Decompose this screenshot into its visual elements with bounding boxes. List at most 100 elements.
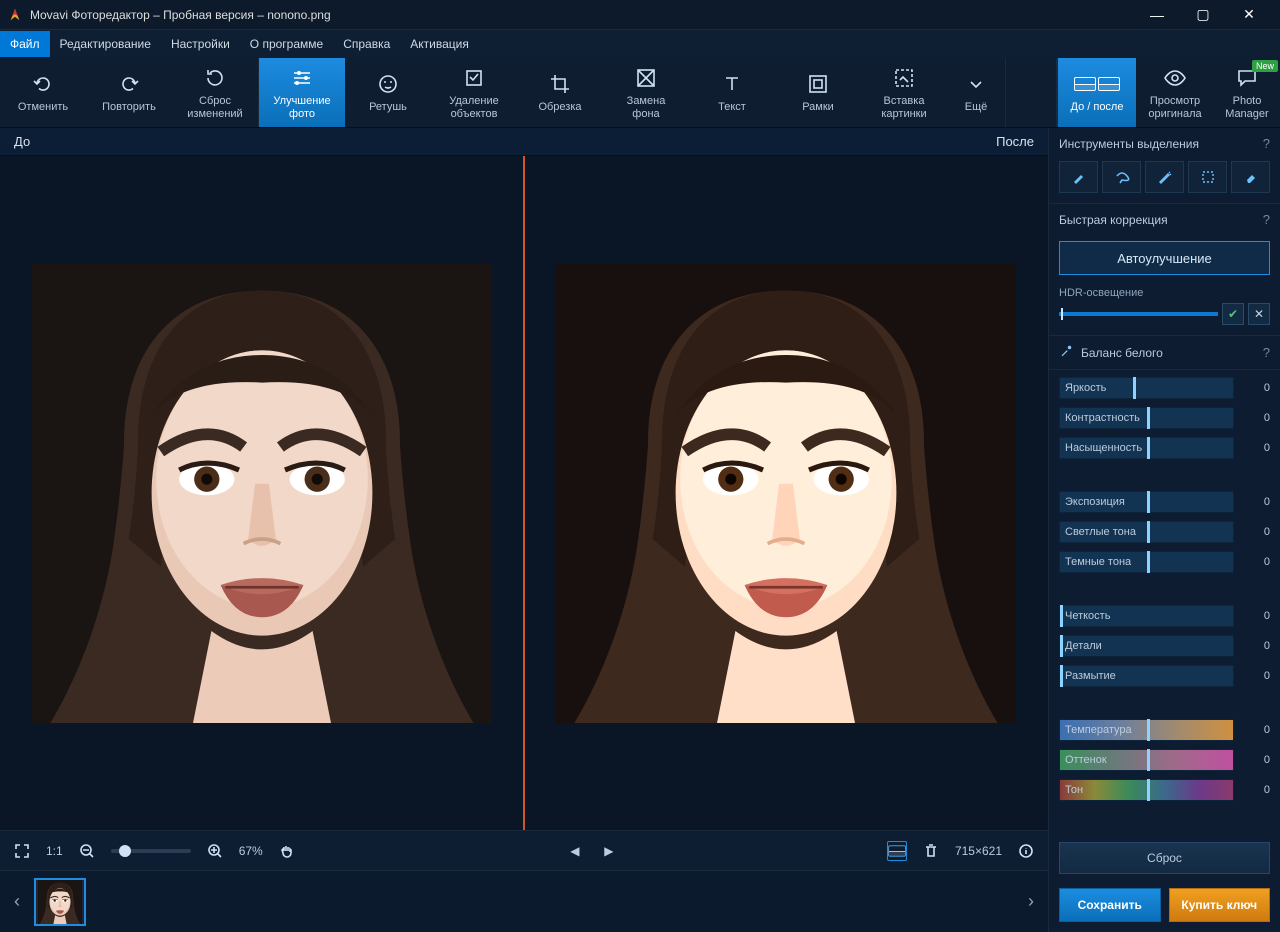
- slider-handle[interactable]: [1060, 605, 1063, 627]
- tool-remove-objects[interactable]: Удаление объектов: [431, 58, 517, 127]
- tool-view-original[interactable]: Просмотр оригинала: [1136, 58, 1214, 127]
- zoom-in-button[interactable]: [205, 841, 225, 861]
- eraser-select-tool[interactable]: [1231, 161, 1270, 193]
- eyedropper-icon[interactable]: [1059, 344, 1073, 361]
- tool-change-background[interactable]: Замена фона: [603, 58, 689, 127]
- slider-handle[interactable]: [1147, 437, 1150, 459]
- thumbnail[interactable]: [34, 878, 86, 926]
- menu-help[interactable]: Справка: [333, 31, 400, 57]
- slider-Яркость[interactable]: Яркость0: [1059, 376, 1270, 400]
- prev-button[interactable]: ◀: [565, 841, 585, 861]
- tool-before-after[interactable]: До / после: [1058, 58, 1136, 127]
- menu-settings[interactable]: Настройки: [161, 31, 240, 57]
- slider-Размытие[interactable]: Размытие0: [1059, 664, 1270, 688]
- filmstrip-next[interactable]: ›: [1022, 877, 1040, 927]
- tool-crop[interactable]: Обрезка: [517, 58, 603, 127]
- buy-key-button[interactable]: Купить ключ: [1169, 888, 1271, 922]
- slider-label: Экспозиция: [1065, 496, 1125, 508]
- selection-tools-title: Инструменты выделения: [1059, 137, 1199, 151]
- slider-Четкость[interactable]: Четкость0: [1059, 604, 1270, 628]
- compare-header: До После: [0, 128, 1048, 156]
- slider-Тон[interactable]: Тон0: [1059, 778, 1270, 802]
- compare-divider[interactable]: [523, 156, 525, 830]
- tool-photo-manager[interactable]: New Photo Manager: [1214, 58, 1280, 127]
- menu-file[interactable]: Файл: [0, 31, 50, 57]
- tool-retouch[interactable]: Ретушь: [345, 58, 431, 127]
- tool-undo[interactable]: Отменить: [0, 58, 86, 127]
- slider-track[interactable]: [1059, 779, 1234, 801]
- slider-Оттенок[interactable]: Оттенок0: [1059, 748, 1270, 772]
- slider-handle[interactable]: [1147, 407, 1150, 429]
- slider-handle[interactable]: [1147, 551, 1150, 573]
- slider-handle[interactable]: [1147, 719, 1150, 741]
- minimize-button[interactable]: —: [1134, 0, 1180, 30]
- slider-handle[interactable]: [1060, 635, 1063, 657]
- slider-label: Яркость: [1065, 382, 1106, 394]
- marquee-select-tool[interactable]: [1188, 161, 1227, 193]
- hdr-label: HDR-освещение: [1059, 287, 1270, 299]
- save-button[interactable]: Сохранить: [1059, 888, 1161, 922]
- info-button[interactable]: [1016, 841, 1036, 861]
- brush-select-tool[interactable]: [1059, 161, 1098, 193]
- close-button[interactable]: ✕: [1226, 0, 1272, 30]
- slider-handle[interactable]: [1133, 377, 1136, 399]
- help-button[interactable]: ?: [1263, 136, 1270, 151]
- tool-pm-label: Photo Manager: [1225, 95, 1268, 120]
- maximize-button[interactable]: ▢: [1180, 0, 1226, 30]
- slider-value: 0: [1240, 556, 1270, 568]
- tool-enhance[interactable]: Улучшение фото: [259, 58, 345, 127]
- slider-handle[interactable]: [1147, 491, 1150, 513]
- chevron-down-icon: [964, 71, 988, 97]
- tool-more[interactable]: Ещё: [947, 58, 1005, 127]
- hdr-apply-button[interactable]: ✔: [1222, 303, 1244, 325]
- eye-icon: [1163, 65, 1187, 91]
- slider-handle[interactable]: [1147, 749, 1150, 771]
- insert-img-icon: [892, 65, 916, 91]
- zoom-out-button[interactable]: [77, 841, 97, 861]
- slider-Темные тона[interactable]: Темные тона0: [1059, 550, 1270, 574]
- slider-handle[interactable]: [1147, 779, 1150, 801]
- slider-Насыщенность[interactable]: Насыщенность0: [1059, 436, 1270, 460]
- menu-edit[interactable]: Редактирование: [50, 31, 161, 57]
- tool-insert-image[interactable]: Вставка картинки: [861, 58, 947, 127]
- zoom-1-1-button[interactable]: 1:1: [46, 844, 63, 858]
- hdr-cancel-button[interactable]: ✕: [1248, 303, 1270, 325]
- tool-frames[interactable]: Рамки: [775, 58, 861, 127]
- slider-label: Контрастность: [1065, 412, 1140, 424]
- zoom-slider[interactable]: [111, 849, 191, 853]
- tool-more-label: Ещё: [965, 101, 988, 114]
- slider-Детали[interactable]: Детали0: [1059, 634, 1270, 658]
- delete-button[interactable]: [921, 841, 941, 861]
- fullscreen-button[interactable]: [12, 841, 32, 861]
- menu-activation[interactable]: Активация: [400, 31, 479, 57]
- slider-Температура[interactable]: Температура0: [1059, 718, 1270, 742]
- lasso-select-tool[interactable]: [1102, 161, 1141, 193]
- compare-mode-button[interactable]: [887, 841, 907, 861]
- help-button-2[interactable]: ?: [1263, 212, 1270, 227]
- tool-retouch-label: Ретушь: [369, 101, 407, 114]
- slider-handle[interactable]: [1060, 665, 1063, 687]
- slider-Экспозиция[interactable]: Экспозиция 0: [1059, 490, 1270, 514]
- text-icon: [720, 71, 744, 97]
- slider-Контрастность[interactable]: Контрастность0: [1059, 406, 1270, 430]
- next-button[interactable]: ▶: [599, 841, 619, 861]
- tool-reset[interactable]: Сброс изменений: [172, 58, 258, 127]
- tool-text[interactable]: Текст: [689, 58, 775, 127]
- slider-handle[interactable]: [1147, 521, 1150, 543]
- sidebar: Инструменты выделения ? Быстрая коррекци…: [1048, 128, 1280, 932]
- photo-before: [32, 263, 492, 723]
- hdr-slider[interactable]: [1059, 312, 1218, 316]
- help-button-3[interactable]: ?: [1263, 345, 1270, 360]
- compare-body[interactable]: [0, 156, 1048, 830]
- slider-Светлые тона[interactable]: Светлые тона0: [1059, 520, 1270, 544]
- window-title: Movavi Фоторедактор – Пробная версия – n…: [30, 8, 1134, 22]
- auto-enhance-button[interactable]: Автоулучшение: [1059, 241, 1270, 275]
- tool-redo[interactable]: Повторить: [86, 58, 172, 127]
- slider-value: 0: [1240, 496, 1270, 508]
- filmstrip-prev[interactable]: ‹: [8, 877, 26, 927]
- menu-about[interactable]: О программе: [240, 31, 333, 57]
- pan-button[interactable]: [277, 841, 297, 861]
- wand-select-tool[interactable]: [1145, 161, 1184, 193]
- sidebar-reset-button[interactable]: Сброс: [1059, 842, 1270, 874]
- canvas-area: До После 1:1 67% ◀ ▶ 715×62: [0, 128, 1048, 932]
